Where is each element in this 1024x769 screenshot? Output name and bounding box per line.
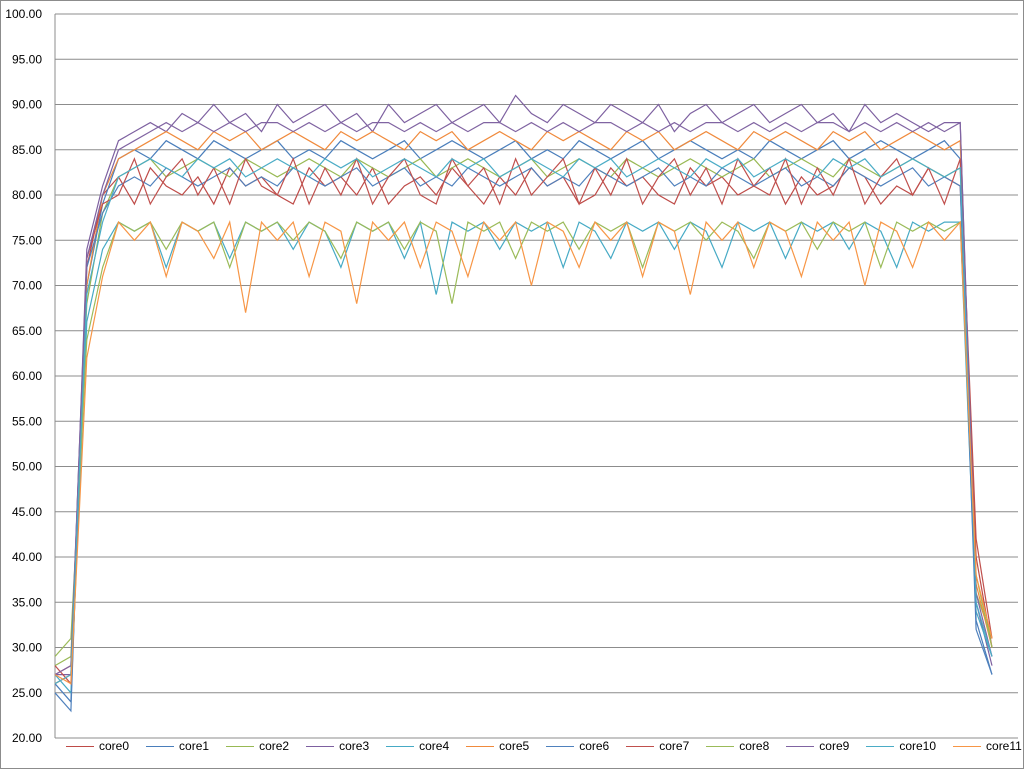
legend-swatch [226, 745, 255, 747]
legend-item-core5: core5 [466, 739, 529, 753]
legend-item-core9: core9 [786, 739, 849, 753]
legend-label: core4 [419, 739, 450, 753]
legend-item-core8: core8 [706, 739, 769, 753]
y-tick-label: 45.00 [12, 505, 42, 519]
legend-label: core8 [739, 739, 770, 753]
legend-label: core3 [339, 739, 370, 753]
y-tick-label: 25.00 [12, 686, 42, 700]
legend-swatch [626, 745, 655, 747]
legend-swatch [466, 745, 495, 747]
legend-swatch [66, 745, 94, 747]
legend-item-core11: core11 [953, 739, 1022, 753]
series-line-core8 [54, 221, 993, 657]
legend-label: core0 [99, 739, 130, 753]
line-chart: 20.00 25.00 30.00 35.00 40.00 45.00 50.00 55.00… [5, 7, 1018, 745]
legend-swatch [386, 745, 415, 747]
legend-label: core1 [179, 739, 210, 753]
series-line-core11 [54, 220, 993, 685]
series-line-core2 [54, 158, 993, 667]
legend-label: core10 [899, 739, 937, 753]
legend-label: core2 [259, 739, 290, 753]
y-tick-label: 75.00 [12, 233, 42, 247]
series-line-core9 [54, 121, 993, 676]
legend-label: core9 [819, 739, 850, 753]
legend-item-core6: core6 [546, 739, 609, 753]
legend-label: core5 [499, 739, 530, 753]
legend-label: core11 [986, 739, 1022, 753]
legend-item-core10: core10 [866, 739, 936, 753]
y-tick-label: 50.00 [12, 460, 42, 474]
series-line-core4 [54, 220, 993, 695]
legend: core0 core1 core2 core3 core4 core5 core6 core7… [66, 739, 1024, 753]
legend-swatch [546, 745, 575, 747]
y-tick-label: 100.00 [5, 7, 42, 21]
y-tick-label: 70.00 [12, 279, 42, 293]
series-line-core5 [54, 130, 993, 685]
y-tick-label: 35.00 [12, 595, 42, 609]
legend-swatch [306, 745, 335, 747]
legend-item-core7: core7 [626, 739, 689, 753]
y-tick-label: 80.00 [12, 188, 42, 202]
legend-swatch [146, 745, 175, 747]
y-tick-label: 95.00 [12, 52, 42, 66]
legend-swatch [866, 745, 895, 747]
legend-item-core3: core3 [306, 739, 369, 753]
legend-item-core2: core2 [226, 739, 289, 753]
y-tick-label: 20.00 [12, 731, 42, 745]
legend-swatch [953, 745, 982, 747]
legend-label: core6 [579, 739, 610, 753]
series-line-core6 [54, 167, 993, 713]
legend-item-core1: core1 [146, 739, 209, 753]
legend-swatch [706, 745, 735, 747]
y-tick-label: 60.00 [12, 369, 42, 383]
y-tick-label: 85.00 [12, 143, 42, 157]
legend-item-core4: core4 [386, 739, 449, 753]
y-tick-label: 40.00 [12, 550, 42, 564]
legend-swatch [786, 745, 815, 747]
legend-label: core7 [659, 739, 690, 753]
y-tick-label: 55.00 [12, 414, 42, 428]
legend-item-core0: core0 [66, 739, 129, 753]
y-tick-label: 90.00 [12, 98, 42, 112]
y-tick-label: 30.00 [12, 641, 42, 655]
y-tick-label: 65.00 [12, 324, 42, 338]
